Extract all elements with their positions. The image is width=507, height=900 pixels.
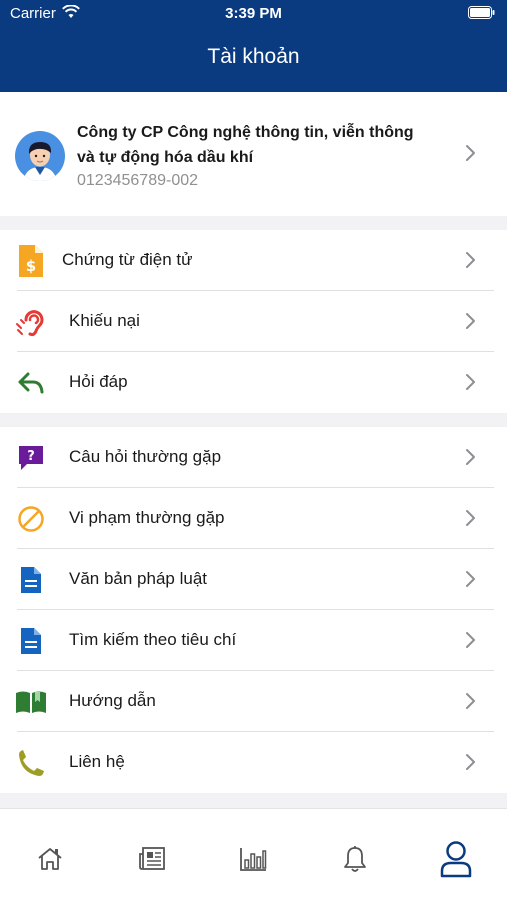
tab-news[interactable] <box>132 839 172 879</box>
menu-item-violations[interactable]: Vi phạm thường gặp <box>0 488 507 549</box>
chart-icon <box>240 848 267 871</box>
document-icon <box>14 563 48 597</box>
chevron-right-icon <box>466 313 475 329</box>
avatar <box>15 131 65 181</box>
menu-group-services: $ Chứng từ điện tử Khiếu nại Hỏi đáp <box>0 230 507 413</box>
menu-item-guide[interactable]: Hướng dẫn <box>0 671 507 732</box>
tab-home[interactable] <box>30 839 70 879</box>
menu-item-label: Khiếu nại <box>69 311 140 330</box>
chevron-right-icon <box>466 145 475 161</box>
menu-item-label: Văn bản pháp luật <box>69 569 208 588</box>
chevron-right-icon <box>466 374 475 390</box>
svg-text:$: $ <box>26 257 36 275</box>
chevron-right-icon <box>466 754 475 770</box>
reply-icon <box>14 366 48 400</box>
chevron-right-icon <box>466 510 475 526</box>
book-icon <box>14 685 48 719</box>
menu-item-criteria-search[interactable]: Tìm kiếm theo tiêu chí <box>0 610 507 671</box>
invoice-dollar-icon: $ <box>14 244 48 278</box>
chevron-right-icon <box>466 449 475 465</box>
menu-item-legal-docs[interactable]: Văn bản pháp luật <box>0 549 507 610</box>
profile-card[interactable]: Công ty CP Công nghệ thông tin, viễn thô… <box>0 92 507 216</box>
menu-item-label: Chứng từ điện tử <box>62 250 193 269</box>
menu-item-label: Vi phạm thường gặp <box>69 508 225 527</box>
question-bubble-icon: ? <box>14 441 48 475</box>
bell-icon <box>344 846 366 872</box>
menu-item-label: Liên hệ <box>69 752 125 771</box>
menu-item-complaint[interactable]: Khiếu nại <box>0 291 507 352</box>
company-name-line1: Công ty CP Công nghệ thông tin, viễn thô… <box>77 124 414 141</box>
app-header: Carrier 3:39 PM Tài khoản <box>0 0 507 92</box>
menu-item-label: Câu hỏi thường gặp <box>69 447 222 466</box>
menu-group-info: ? Câu hỏi thường gặp Vi phạm thường gặp … <box>0 427 507 793</box>
chevron-right-icon <box>466 252 475 268</box>
user-icon <box>440 841 472 878</box>
chevron-right-icon <box>466 693 475 709</box>
page-title: Tài khoản <box>207 45 300 68</box>
chevron-right-icon <box>466 632 475 648</box>
menu-item-faq[interactable]: ? Câu hỏi thường gặp <box>0 427 507 488</box>
svg-text:?: ? <box>27 449 35 464</box>
status-time: 3:39 PM <box>225 5 282 22</box>
battery-icon <box>468 6 495 19</box>
company-name: Công ty CP Công nghệ thông tin, viễn thô… <box>77 120 447 170</box>
tab-bar <box>0 808 507 900</box>
menu-item-label: Tìm kiếm theo tiêu chí <box>69 630 237 649</box>
phone-icon <box>14 746 48 780</box>
company-name-line2: và tự động hóa dầu khí <box>77 149 254 166</box>
prohibited-icon <box>14 502 48 536</box>
chevron-right-icon <box>466 571 475 587</box>
tab-account[interactable] <box>436 839 476 879</box>
news-icon <box>139 847 165 870</box>
status-bar: Carrier 3:39 PM <box>0 0 507 28</box>
tab-statistics[interactable] <box>233 839 273 879</box>
menu-item-label: Hỏi đáp <box>69 372 128 391</box>
menu-item-contact[interactable]: Liên hệ <box>0 732 507 793</box>
menu-item-label: Hướng dẫn <box>69 691 156 710</box>
menu-item-e-documents[interactable]: $ Chứng từ điện tử <box>0 230 507 291</box>
home-icon <box>38 848 62 870</box>
tab-notifications[interactable] <box>335 839 375 879</box>
menu-item-qa[interactable]: Hỏi đáp <box>0 352 507 413</box>
hearing-icon <box>14 305 48 339</box>
tax-code: 0123456789-002 <box>77 172 199 189</box>
document-search-icon <box>14 624 48 658</box>
